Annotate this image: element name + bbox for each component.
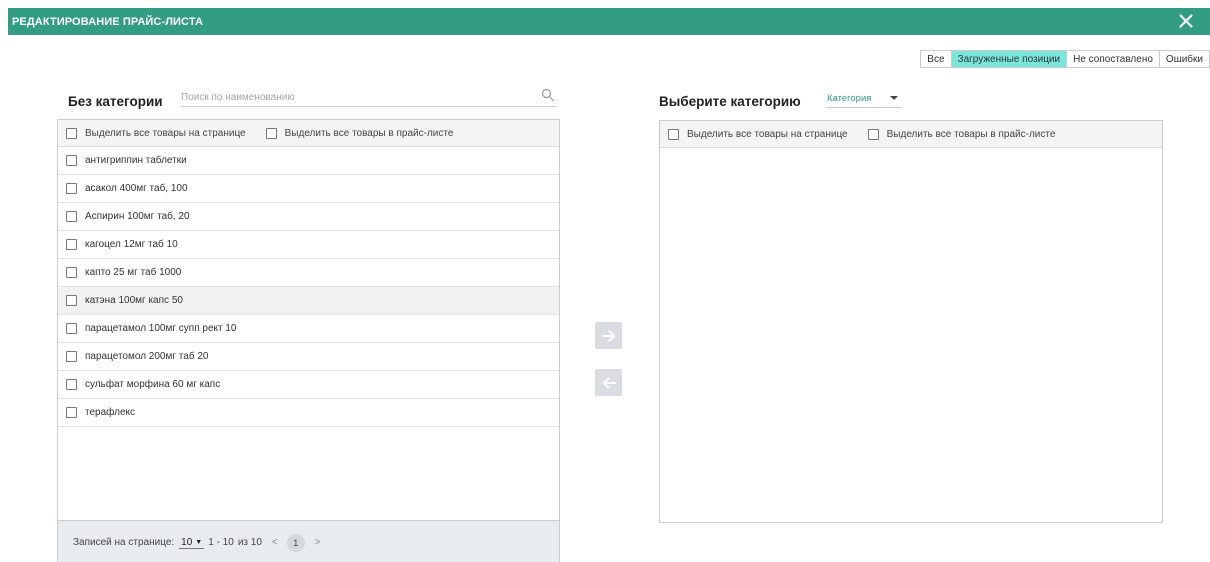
list-item-label: сульфат морфина 60 мг капс bbox=[85, 379, 221, 390]
right-panel-title: Выберите категорию bbox=[659, 94, 801, 109]
list-item-checkbox[interactable] bbox=[66, 295, 77, 306]
close-icon bbox=[1179, 14, 1193, 28]
search-icon[interactable] bbox=[541, 88, 555, 102]
left-select-all-checkbox[interactable] bbox=[265, 127, 277, 139]
list-item-label: асакол 400мг таб, 100 bbox=[85, 183, 188, 194]
left-select-page[interactable]: Выделить все товары на странице bbox=[66, 127, 246, 139]
right-select-all-checkbox[interactable] bbox=[867, 128, 879, 140]
list-item-label: терафлекс bbox=[85, 407, 136, 418]
list-item-checkbox[interactable] bbox=[66, 379, 77, 390]
tab-not-matched[interactable]: Не сопоставлено bbox=[1067, 51, 1160, 67]
chevron-down-icon: ▼ bbox=[195, 538, 203, 546]
prev-page-button[interactable]: < bbox=[272, 537, 278, 548]
right-select-page-checkbox[interactable] bbox=[668, 128, 679, 140]
list-item-label: капто 25 мг таб 1000 bbox=[85, 267, 182, 278]
list-item[interactable]: терафлекс bbox=[58, 399, 559, 427]
close-button[interactable] bbox=[1176, 11, 1196, 31]
list-item[interactable]: парацетомол 200мг таб 20 bbox=[58, 343, 559, 371]
left-select-all[interactable]: Выделить все товары в прайс-листе bbox=[265, 127, 454, 139]
list-item-checkbox[interactable] bbox=[66, 267, 77, 278]
list-item[interactable]: сульфат морфина 60 мг капс bbox=[58, 371, 559, 399]
page-1-button[interactable]: 1 bbox=[286, 533, 305, 552]
list-item-checkbox[interactable] bbox=[66, 211, 77, 222]
list-item-label: парацетомол 200мг таб 20 bbox=[85, 351, 209, 362]
list-item-label: Аспирин 100мг таб, 20 bbox=[85, 211, 190, 222]
right-select-row: Выделить все товары на странице Выделить… bbox=[660, 121, 1162, 148]
list-item-checkbox[interactable] bbox=[66, 155, 77, 166]
list-item-checkbox[interactable] bbox=[66, 351, 77, 362]
right-select-page-label: Выделить все товары на странице bbox=[687, 128, 848, 140]
list-item[interactable]: асакол 400мг таб, 100 bbox=[58, 175, 559, 203]
left-select-all-label: Выделить все товары в прайс-листе bbox=[284, 127, 454, 139]
per-page-value: 10 bbox=[181, 536, 193, 548]
list-item-label: парацетамол 100мг супп рект 10 bbox=[85, 323, 237, 334]
per-page-select[interactable]: 10 ▼ bbox=[179, 536, 205, 549]
right-select-page[interactable]: Выделить все товары на странице bbox=[668, 128, 848, 140]
right-panel: Выделить все товары на странице Выделить… bbox=[659, 120, 1163, 523]
left-select-row: Выделить все товары на странице Выделить… bbox=[58, 120, 559, 147]
list-item-checkbox[interactable] bbox=[66, 407, 77, 418]
product-list: антигриппин таблетки асакол 400мг таб, 10… bbox=[58, 147, 559, 427]
dialog-header: РЕДАКТИРОВАНИЕ ПРАЙС-ЛИСТА bbox=[8, 8, 1210, 35]
left-panel-title: Без категории bbox=[68, 94, 163, 109]
list-item[interactable]: антигриппин таблетки bbox=[58, 147, 559, 175]
list-item[interactable]: катэна 100мг капс 50 bbox=[58, 287, 559, 315]
search-input[interactable] bbox=[181, 90, 521, 105]
list-item-checkbox[interactable] bbox=[66, 239, 77, 250]
list-item-checkbox[interactable] bbox=[66, 183, 77, 194]
list-item[interactable]: Аспирин 100мг таб, 20 bbox=[58, 203, 559, 231]
next-page-button[interactable]: > bbox=[315, 537, 321, 548]
list-item[interactable]: капто 25 мг таб 1000 bbox=[58, 259, 559, 287]
right-select-all[interactable]: Выделить все товары в прайс-листе bbox=[867, 128, 1056, 140]
tab-all[interactable]: Все bbox=[921, 51, 952, 67]
list-item[interactable]: парацетамол 100мг супп рект 10 bbox=[58, 315, 559, 343]
list-item-label: антигриппин таблетки bbox=[85, 155, 187, 166]
pagination-footer: Записей на странице: 10 ▼ 1 - 10 из 10 <… bbox=[58, 520, 559, 562]
page-range: 1 - 10 bbox=[208, 537, 234, 548]
arrow-left-icon bbox=[602, 377, 616, 388]
left-select-page-checkbox[interactable] bbox=[66, 127, 77, 139]
dialog-title: РЕДАКТИРОВАНИЕ ПРАЙС-ЛИСТА bbox=[12, 16, 203, 28]
list-item-checkbox[interactable] bbox=[66, 323, 77, 334]
caret-down-icon bbox=[890, 96, 898, 100]
move-right-button[interactable] bbox=[595, 322, 622, 349]
filter-tabs: Все Загруженные позиции Не сопоставлено … bbox=[920, 50, 1210, 68]
arrow-right-icon bbox=[601, 330, 615, 341]
list-item-label: кагоцел 12мг таб 10 bbox=[85, 239, 178, 250]
per-page-label: Записей на странице: bbox=[73, 537, 175, 548]
category-select[interactable]: Категория bbox=[826, 91, 902, 108]
list-item[interactable]: кагоцел 12мг таб 10 bbox=[58, 231, 559, 259]
tab-loaded-positions[interactable]: Загруженные позиции bbox=[951, 51, 1068, 67]
left-select-page-label: Выделить все товары на странице bbox=[85, 127, 246, 139]
tab-errors[interactable]: Ошибки bbox=[1159, 51, 1209, 67]
search-box bbox=[181, 88, 557, 107]
list-item-label: катэна 100мг капс 50 bbox=[85, 295, 183, 306]
move-left-button[interactable] bbox=[595, 369, 622, 396]
left-panel: Выделить все товары на странице Выделить… bbox=[57, 119, 560, 562]
category-select-label: Категория bbox=[827, 93, 872, 104]
right-select-all-label: Выделить все товары в прайс-листе bbox=[886, 128, 1056, 140]
total-count: из 10 bbox=[237, 537, 262, 548]
